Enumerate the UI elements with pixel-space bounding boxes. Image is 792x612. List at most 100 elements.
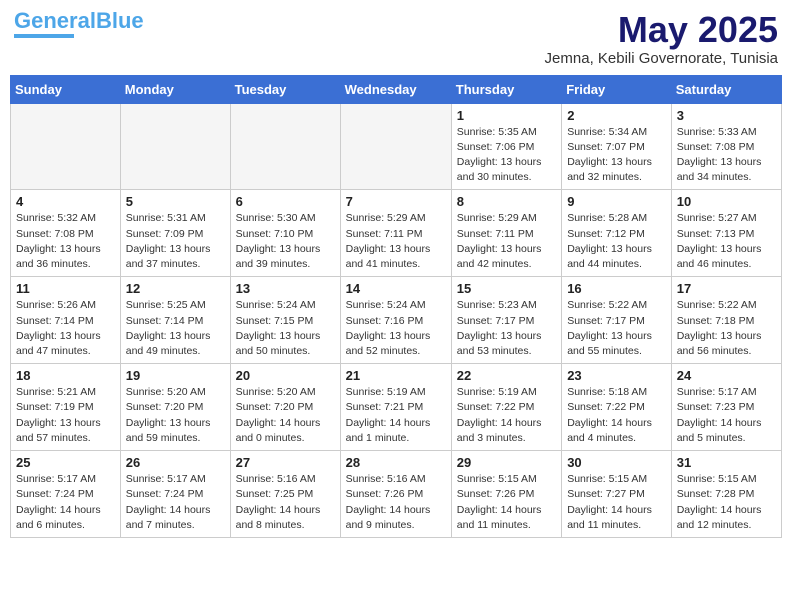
day-number: 7 bbox=[346, 194, 446, 209]
week-row-5: 25 Sunrise: 5:17 AM Sunset: 7:24 PM Dayli… bbox=[11, 451, 782, 538]
logo-bar bbox=[14, 34, 74, 38]
day-info: Sunrise: 5:19 AM Sunset: 7:22 PM Dayligh… bbox=[457, 385, 556, 446]
day-info: Sunrise: 5:34 AM Sunset: 7:07 PM Dayligh… bbox=[567, 125, 666, 186]
day-number: 12 bbox=[126, 281, 225, 296]
col-friday: Friday bbox=[562, 75, 672, 103]
day-number: 19 bbox=[126, 368, 225, 383]
cell-w2-d4: 7 Sunrise: 5:29 AM Sunset: 7:11 PM Daylig… bbox=[340, 190, 451, 277]
day-info: Sunrise: 5:17 AM Sunset: 7:24 PM Dayligh… bbox=[16, 472, 115, 533]
col-monday: Monday bbox=[120, 75, 230, 103]
day-number: 21 bbox=[346, 368, 446, 383]
day-number: 16 bbox=[567, 281, 666, 296]
day-info: Sunrise: 5:32 AM Sunset: 7:08 PM Dayligh… bbox=[16, 211, 115, 272]
day-number: 25 bbox=[16, 455, 115, 470]
day-info: Sunrise: 5:29 AM Sunset: 7:11 PM Dayligh… bbox=[457, 211, 556, 272]
day-info: Sunrise: 5:15 AM Sunset: 7:27 PM Dayligh… bbox=[567, 472, 666, 533]
cell-w2-d2: 5 Sunrise: 5:31 AM Sunset: 7:09 PM Daylig… bbox=[120, 190, 230, 277]
cell-w4-d1: 18Sunrise: 5:21 AM Sunset: 7:19 PM Dayli… bbox=[11, 364, 121, 451]
cell-w5-d5: 29 Sunrise: 5:15 AM Sunset: 7:26 PM Dayli… bbox=[451, 451, 561, 538]
logo: GeneralBlue bbox=[14, 10, 144, 38]
cell-w5-d7: 31Sunrise: 5:15 AM Sunset: 7:28 PM Dayli… bbox=[671, 451, 781, 538]
day-number: 6 bbox=[236, 194, 335, 209]
cell-w4-d4: 21 Sunrise: 5:19 AM Sunset: 7:21 PM Dayli… bbox=[340, 364, 451, 451]
cell-w1-d1 bbox=[11, 103, 121, 190]
day-info: Sunrise: 5:18 AM Sunset: 7:22 PM Dayligh… bbox=[567, 385, 666, 446]
day-number: 17 bbox=[677, 281, 776, 296]
cell-w4-d5: 22 Sunrise: 5:19 AM Sunset: 7:22 PM Dayli… bbox=[451, 364, 561, 451]
week-row-2: 4 Sunrise: 5:32 AM Sunset: 7:08 PM Daylig… bbox=[11, 190, 782, 277]
day-number: 3 bbox=[677, 108, 776, 123]
cell-w4-d2: 19 Sunrise: 5:20 AM Sunset: 7:20 PM Dayli… bbox=[120, 364, 230, 451]
day-info: Sunrise: 5:17 AM Sunset: 7:23 PM Dayligh… bbox=[677, 385, 776, 446]
day-number: 30 bbox=[567, 455, 666, 470]
cell-w3-d2: 12 Sunrise: 5:25 AM Sunset: 7:14 PM Dayli… bbox=[120, 277, 230, 364]
day-number: 23 bbox=[567, 368, 666, 383]
logo-text: GeneralBlue bbox=[14, 10, 144, 32]
cell-w1-d3 bbox=[230, 103, 340, 190]
day-info: Sunrise: 5:19 AM Sunset: 7:21 PM Dayligh… bbox=[346, 385, 446, 446]
logo-blue: Blue bbox=[96, 8, 144, 33]
day-number: 14 bbox=[346, 281, 446, 296]
day-number: 4 bbox=[16, 194, 115, 209]
col-saturday: Saturday bbox=[671, 75, 781, 103]
day-info: Sunrise: 5:22 AM Sunset: 7:17 PM Dayligh… bbox=[567, 298, 666, 359]
cell-w3-d1: 11 Sunrise: 5:26 AM Sunset: 7:14 PM Dayli… bbox=[11, 277, 121, 364]
month-title: May 2025 bbox=[545, 10, 778, 50]
week-row-1: 1Sunrise: 5:35 AM Sunset: 7:06 PM Daylig… bbox=[11, 103, 782, 190]
day-info: Sunrise: 5:15 AM Sunset: 7:26 PM Dayligh… bbox=[457, 472, 556, 533]
cell-w3-d7: 17 Sunrise: 5:22 AM Sunset: 7:18 PM Dayli… bbox=[671, 277, 781, 364]
cell-w1-d5: 1Sunrise: 5:35 AM Sunset: 7:06 PM Daylig… bbox=[451, 103, 561, 190]
day-number: 29 bbox=[457, 455, 556, 470]
day-number: 31 bbox=[677, 455, 776, 470]
day-info: Sunrise: 5:20 AM Sunset: 7:20 PM Dayligh… bbox=[126, 385, 225, 446]
day-number: 20 bbox=[236, 368, 335, 383]
day-number: 22 bbox=[457, 368, 556, 383]
day-number: 24 bbox=[677, 368, 776, 383]
day-info: Sunrise: 5:33 AM Sunset: 7:08 PM Dayligh… bbox=[677, 125, 776, 186]
page-header: GeneralBlue May 2025 Jemna, Kebili Gover… bbox=[10, 10, 782, 67]
day-number: 15 bbox=[457, 281, 556, 296]
cell-w2-d1: 4 Sunrise: 5:32 AM Sunset: 7:08 PM Daylig… bbox=[11, 190, 121, 277]
cell-w4-d3: 20 Sunrise: 5:20 AM Sunset: 7:20 PM Dayli… bbox=[230, 364, 340, 451]
cell-w1-d2 bbox=[120, 103, 230, 190]
cell-w5-d3: 27 Sunrise: 5:16 AM Sunset: 7:25 PM Dayli… bbox=[230, 451, 340, 538]
cell-w5-d4: 28 Sunrise: 5:16 AM Sunset: 7:26 PM Dayli… bbox=[340, 451, 451, 538]
day-info: Sunrise: 5:24 AM Sunset: 7:16 PM Dayligh… bbox=[346, 298, 446, 359]
day-info: Sunrise: 5:22 AM Sunset: 7:18 PM Dayligh… bbox=[677, 298, 776, 359]
week-row-3: 11 Sunrise: 5:26 AM Sunset: 7:14 PM Dayli… bbox=[11, 277, 782, 364]
location-title: Jemna, Kebili Governorate, Tunisia bbox=[545, 50, 778, 67]
cell-w1-d4 bbox=[340, 103, 451, 190]
day-number: 28 bbox=[346, 455, 446, 470]
day-info: Sunrise: 5:16 AM Sunset: 7:25 PM Dayligh… bbox=[236, 472, 335, 533]
cell-w2-d3: 6Sunrise: 5:30 AM Sunset: 7:10 PM Daylig… bbox=[230, 190, 340, 277]
day-info: Sunrise: 5:21 AM Sunset: 7:19 PM Dayligh… bbox=[16, 385, 115, 446]
day-number: 2 bbox=[567, 108, 666, 123]
cell-w5-d1: 25 Sunrise: 5:17 AM Sunset: 7:24 PM Dayli… bbox=[11, 451, 121, 538]
header-row: Sunday Monday Tuesday Wednesday Thursday… bbox=[11, 75, 782, 103]
week-row-4: 18Sunrise: 5:21 AM Sunset: 7:19 PM Dayli… bbox=[11, 364, 782, 451]
day-info: Sunrise: 5:16 AM Sunset: 7:26 PM Dayligh… bbox=[346, 472, 446, 533]
cell-w2-d6: 9Sunrise: 5:28 AM Sunset: 7:12 PM Daylig… bbox=[562, 190, 672, 277]
day-info: Sunrise: 5:29 AM Sunset: 7:11 PM Dayligh… bbox=[346, 211, 446, 272]
day-info: Sunrise: 5:31 AM Sunset: 7:09 PM Dayligh… bbox=[126, 211, 225, 272]
title-block: May 2025 Jemna, Kebili Governorate, Tuni… bbox=[545, 10, 778, 67]
calendar-table: Sunday Monday Tuesday Wednesday Thursday… bbox=[10, 75, 782, 538]
cell-w4-d6: 23 Sunrise: 5:18 AM Sunset: 7:22 PM Dayli… bbox=[562, 364, 672, 451]
day-info: Sunrise: 5:20 AM Sunset: 7:20 PM Dayligh… bbox=[236, 385, 335, 446]
day-number: 10 bbox=[677, 194, 776, 209]
cell-w3-d3: 13Sunrise: 5:24 AM Sunset: 7:15 PM Dayli… bbox=[230, 277, 340, 364]
col-sunday: Sunday bbox=[11, 75, 121, 103]
cell-w2-d5: 8Sunrise: 5:29 AM Sunset: 7:11 PM Daylig… bbox=[451, 190, 561, 277]
day-info: Sunrise: 5:28 AM Sunset: 7:12 PM Dayligh… bbox=[567, 211, 666, 272]
day-info: Sunrise: 5:25 AM Sunset: 7:14 PM Dayligh… bbox=[126, 298, 225, 359]
day-number: 27 bbox=[236, 455, 335, 470]
day-info: Sunrise: 5:24 AM Sunset: 7:15 PM Dayligh… bbox=[236, 298, 335, 359]
day-info: Sunrise: 5:26 AM Sunset: 7:14 PM Dayligh… bbox=[16, 298, 115, 359]
logo-general: General bbox=[14, 8, 96, 33]
day-number: 5 bbox=[126, 194, 225, 209]
cell-w1-d7: 3 Sunrise: 5:33 AM Sunset: 7:08 PM Daylig… bbox=[671, 103, 781, 190]
col-wednesday: Wednesday bbox=[340, 75, 451, 103]
day-info: Sunrise: 5:23 AM Sunset: 7:17 PM Dayligh… bbox=[457, 298, 556, 359]
day-number: 11 bbox=[16, 281, 115, 296]
cell-w2-d7: 10Sunrise: 5:27 AM Sunset: 7:13 PM Dayli… bbox=[671, 190, 781, 277]
